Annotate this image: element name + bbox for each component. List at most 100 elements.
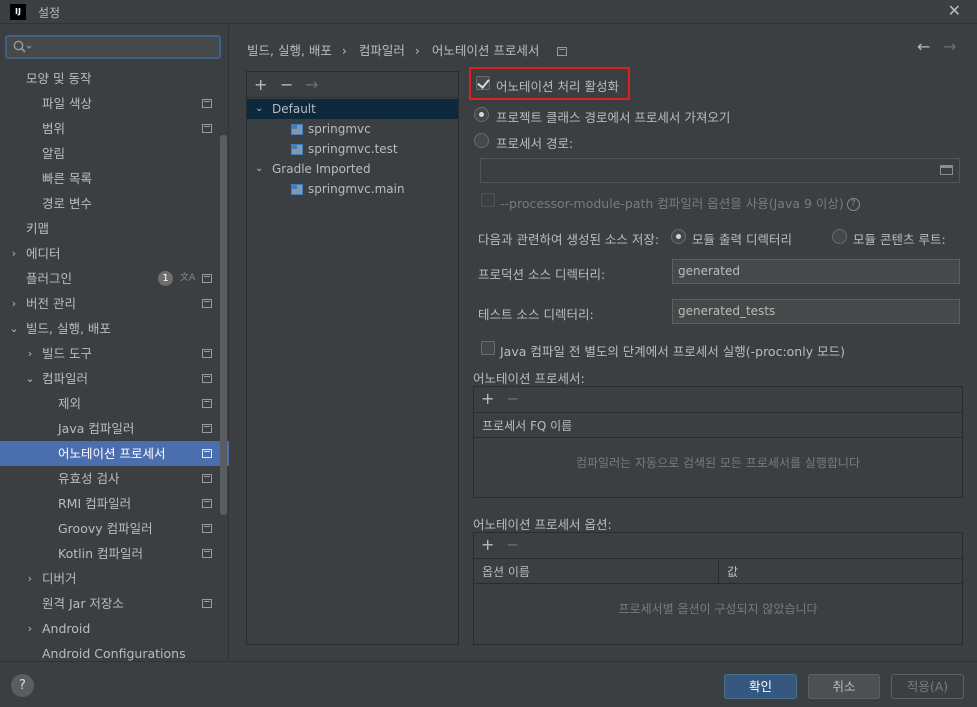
project-scope-icon	[202, 374, 212, 383]
profile-tree-item[interactable]: ⌄ Gradle Imported	[247, 159, 458, 179]
project-scope-icon	[202, 274, 212, 283]
chevron-right-icon[interactable]: ›	[8, 291, 20, 316]
add-option-button[interactable]: +	[481, 535, 494, 554]
chevron-right-icon[interactable]: ›	[24, 616, 36, 641]
sidebar-item[interactable]: 경로 변수	[0, 191, 229, 216]
option-name-column[interactable]: 옵션 이름	[474, 560, 530, 584]
profile-item-label: springmvc.test	[308, 142, 398, 156]
sidebar-item[interactable]: Groovy 컴파일러	[0, 516, 229, 541]
sidebar-item-label: 모양 및 동작	[26, 71, 92, 86]
module-output-radio[interactable]	[671, 229, 686, 244]
add-processor-button[interactable]: +	[481, 389, 494, 408]
processor-path-radio[interactable]	[474, 133, 489, 148]
profile-tree-item[interactable]: ⌄ Default	[247, 99, 458, 119]
production-dir-field[interactable]: generated	[672, 259, 960, 284]
module-path-checkbox[interactable]	[481, 193, 495, 207]
sidebar-item-label: Groovy 컴파일러	[58, 521, 153, 536]
project-scope-icon	[202, 549, 212, 558]
ok-button[interactable]: 확인	[724, 674, 797, 699]
sidebar-item[interactable]: 빠른 목록	[0, 166, 229, 191]
folder-icon[interactable]	[940, 165, 953, 175]
remove-profile-button[interactable]: −	[280, 75, 293, 94]
sidebar-item[interactable]: ⌄ 빌드, 실행, 배포	[0, 316, 229, 341]
options-empty-text: 프로세서별 옵션이 구성되지 않았습니다	[618, 602, 818, 616]
sidebar-item-label: 범위	[42, 121, 66, 136]
project-scope-icon	[202, 399, 212, 408]
profile-tree-item[interactable]: springmvc.main	[247, 179, 458, 199]
sidebar-scrollbar[interactable]	[220, 135, 227, 515]
sidebar-item[interactable]: 키맵	[0, 216, 229, 241]
options-header: 옵션 이름 값	[474, 560, 962, 584]
chevron-down-icon[interactable]: ⌄	[24, 366, 36, 391]
move-to-profile-button[interactable]: →	[305, 75, 318, 94]
project-scope-icon	[202, 124, 212, 133]
profiles-toolbar: + − →	[247, 72, 458, 98]
project-scope-icon	[202, 524, 212, 533]
processors-table: + − 프로세서 FQ 이름 컴파일러는 자동으로 검색된 모든 프로세서를 실…	[473, 386, 963, 498]
help-icon[interactable]: ?	[846, 198, 860, 211]
processors-title: 어노테이션 프로세서:	[473, 371, 585, 386]
settings-tree: 모양 및 동작 파일 색상 범위 알림 빠른 목록 경로 변수 키맵 › 에디터 플러그인 1 文A ›…	[0, 66, 229, 666]
apply-button[interactable]: 적용(A)	[891, 674, 964, 699]
profile-item-label: springmvc.main	[308, 182, 405, 196]
classpath-radio[interactable]	[474, 107, 489, 122]
sidebar-item[interactable]: 원격 Jar 저장소	[0, 591, 229, 616]
chevron-right-icon[interactable]: ›	[8, 241, 20, 266]
sidebar-item[interactable]: RMI 컴파일러	[0, 491, 229, 516]
processor-path-field[interactable]	[480, 158, 960, 183]
add-profile-button[interactable]: +	[254, 75, 267, 94]
profile-tree-item[interactable]: springmvc.test	[247, 139, 458, 159]
sidebar-item[interactable]: › Android	[0, 616, 229, 641]
chevron-down-icon[interactable]: ⌄	[255, 99, 263, 119]
sidebar-item-label: 파일 색상	[42, 96, 92, 111]
enable-processing-label: 어노테이션 처리 활성화	[496, 79, 619, 94]
proc-only-checkbox[interactable]	[481, 341, 495, 355]
profile-tree-item[interactable]: springmvc	[247, 119, 458, 139]
sidebar-item[interactable]: 제외	[0, 391, 229, 416]
remove-processor-button[interactable]: −	[506, 389, 519, 408]
back-arrow-icon[interactable]: ←	[917, 37, 930, 56]
sidebar-item[interactable]: 범위	[0, 116, 229, 141]
sidebar-item[interactable]: › 버전 관리	[0, 291, 229, 316]
search-input[interactable]	[5, 35, 221, 59]
profile-item-label: Default	[272, 102, 316, 116]
chevron-down-icon[interactable]: ⌄	[8, 316, 20, 341]
proc-only-label: Java 컴파일 전 별도의 단계에서 프로세서 실행(-proc:only 모…	[500, 344, 845, 359]
chevron-down-icon[interactable]: ⌄	[255, 159, 263, 179]
option-value-column[interactable]: 값	[719, 560, 738, 584]
profiles-panel: + − → ⌄ Default springmvc springmvc.test ⌄ Gr…	[246, 71, 459, 645]
sidebar-item[interactable]: 파일 색상	[0, 91, 229, 116]
processor-name-column[interactable]: 프로세서 FQ 이름	[474, 414, 572, 438]
forward-arrow-icon[interactable]: →	[943, 37, 956, 56]
content-root-radio[interactable]	[832, 229, 847, 244]
sidebar-item[interactable]: Java 컴파일러	[0, 416, 229, 441]
project-scope-icon	[202, 474, 212, 483]
project-scope-icon	[202, 424, 212, 433]
cancel-button[interactable]: 취소	[808, 674, 880, 699]
sidebar-item[interactable]: 알림	[0, 141, 229, 166]
sidebar-item[interactable]: › 디버거	[0, 566, 229, 591]
sidebar-item-label: Java 컴파일러	[58, 421, 135, 436]
chevron-right-icon: ›	[341, 43, 347, 58]
help-button[interactable]: ?	[11, 674, 34, 697]
processors-header: 프로세서 FQ 이름	[474, 414, 962, 438]
sidebar-item[interactable]: 어노테이션 프로세서	[0, 441, 229, 466]
chevron-right-icon[interactable]: ›	[24, 566, 36, 591]
sidebar-item[interactable]: 모양 및 동작	[0, 66, 229, 91]
sidebar-item-label: 유효성 검사	[58, 471, 120, 486]
enable-processing-checkbox[interactable]	[476, 76, 490, 90]
remove-option-button[interactable]: −	[506, 535, 519, 554]
sidebar-item[interactable]: › 빌드 도구	[0, 341, 229, 366]
sidebar-item[interactable]: Kotlin 컴파일러	[0, 541, 229, 566]
breadcrumb-item: 컴파일러	[358, 43, 405, 58]
close-icon[interactable]: ✕	[948, 1, 961, 20]
chevron-right-icon[interactable]: ›	[24, 341, 36, 366]
sidebar-item-label: RMI 컴파일러	[58, 496, 132, 511]
processors-toolbar: + −	[474, 387, 962, 413]
sidebar-item[interactable]: ⌄ 컴파일러	[0, 366, 229, 391]
test-dir-field[interactable]: generated_tests	[672, 299, 960, 324]
sidebar-item[interactable]: 유효성 검사	[0, 466, 229, 491]
project-scope-icon	[557, 47, 568, 56]
sidebar-item[interactable]: 플러그인 1 文A	[0, 266, 229, 291]
sidebar-item[interactable]: › 에디터	[0, 241, 229, 266]
